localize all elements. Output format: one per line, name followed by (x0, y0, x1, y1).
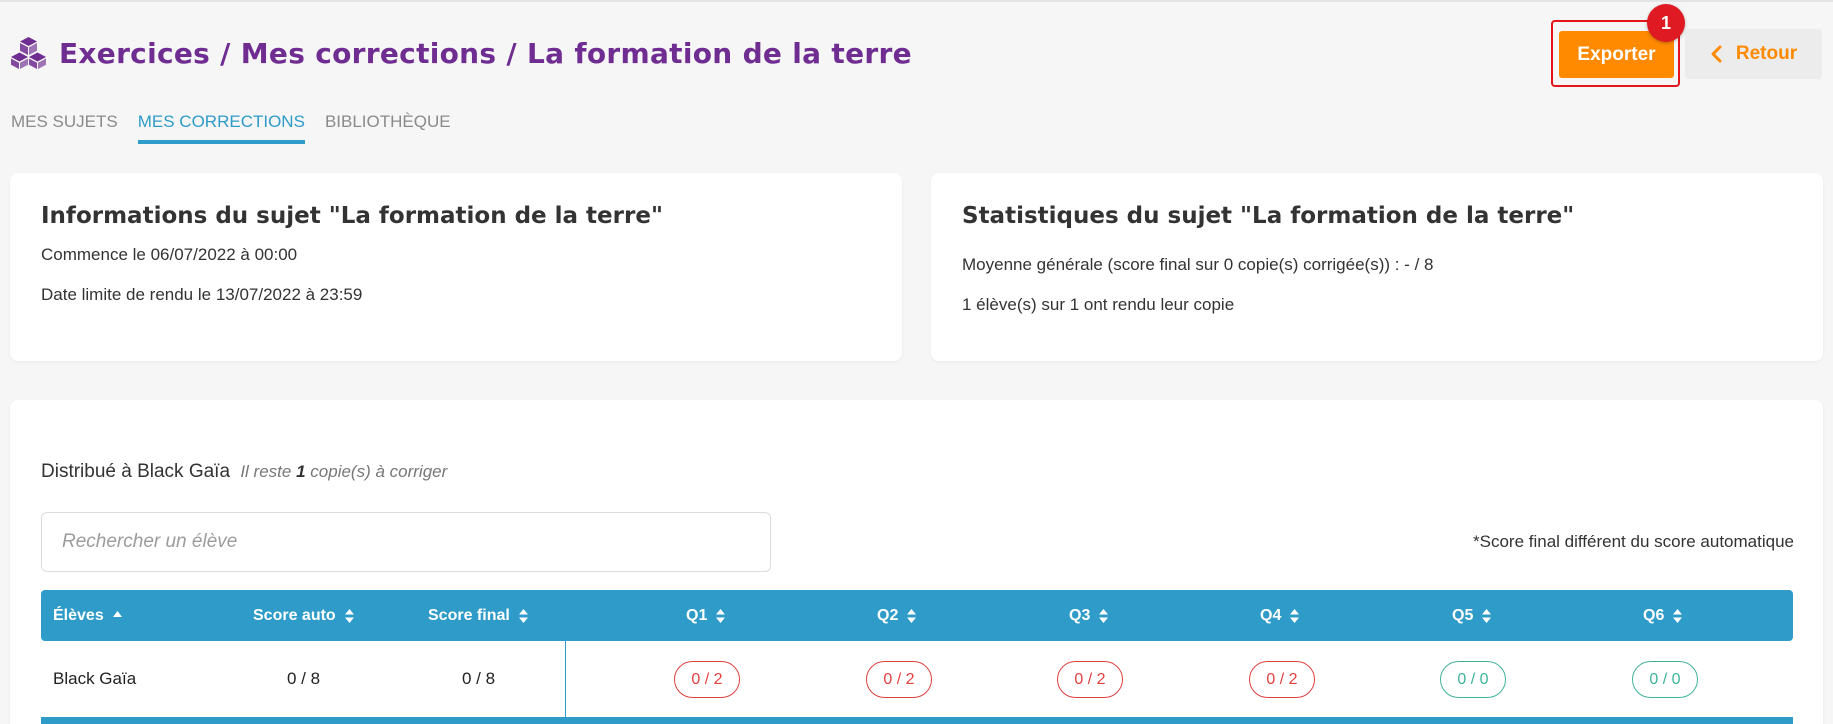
sort-icon (1673, 608, 1683, 623)
step-badge: 1 (1647, 4, 1685, 42)
score-footnote: *Score final différent du score automati… (1473, 532, 1794, 551)
distributed-to: Distribué à Black Gaïa (41, 461, 231, 482)
tab-bibliotheque[interactable]: BIBLIOTHÈQUE (325, 112, 451, 144)
sort-icon (1290, 608, 1300, 623)
average-score: Moyenne générale (score final sur 0 copi… (962, 255, 1434, 274)
tab-bar: MES SUJETS MES CORRECTIONS BIBLIOTHÈQUE (11, 112, 451, 144)
student-name[interactable]: Black Gaïa (53, 641, 136, 717)
table-row[interactable]: Black Gaïa 0 / 8 0 / 8 0 / 2 0 / 2 0 / 2… (41, 641, 1793, 717)
table-header: Élèves Score auto Score final Q1 Q2 Q3 Q… (41, 590, 1793, 641)
column-header-q2[interactable]: Q2 (877, 590, 917, 641)
student-search-input[interactable] (41, 512, 771, 572)
start-date: Commence le 06/07/2022 à 00:00 (41, 245, 298, 264)
question-score-q3[interactable]: 0 / 2 (1057, 661, 1123, 698)
top-border (0, 0, 1833, 2)
sort-icon (716, 608, 726, 623)
column-header-score-auto[interactable]: Score auto (253, 590, 355, 641)
subject-stats-card: Statistiques du sujet "La formation de l… (931, 173, 1823, 361)
back-button[interactable]: Retour (1685, 29, 1822, 79)
page-title: Exercices / Mes corrections / La formati… (59, 36, 912, 70)
column-header-q3[interactable]: Q3 (1069, 590, 1109, 641)
sort-icon (1099, 608, 1109, 623)
submission-count: 1 élève(s) sur 1 ont rendu leur copie (962, 295, 1235, 314)
column-header-students[interactable]: Élèves (53, 590, 123, 641)
remaining-note: Il reste 1 copie(s) à corriger (240, 462, 448, 481)
distribution-info: Distribué à Black Gaïa Il reste 1 copie(… (41, 461, 447, 483)
question-score-q1[interactable]: 0 / 2 (674, 661, 740, 698)
column-header-score-final[interactable]: Score final (428, 590, 529, 641)
column-header-q4[interactable]: Q4 (1260, 590, 1300, 641)
page-header: Exercices / Mes corrections / La formati… (10, 33, 912, 73)
column-header-q6[interactable]: Q6 (1643, 590, 1683, 641)
column-header-q1[interactable]: Q1 (686, 590, 726, 641)
deadline-date: Date limite de rendu le 13/07/2022 à 23:… (41, 285, 363, 304)
question-score-q5[interactable]: 0 / 0 (1440, 661, 1506, 698)
info-card-title: Informations du sujet "La formation de l… (41, 203, 663, 229)
sort-icon (344, 608, 354, 623)
subject-info-card: Informations du sujet "La formation de l… (10, 173, 902, 361)
question-score-q6[interactable]: 0 / 0 (1632, 661, 1698, 698)
score-auto-cell: 0 / 8 (287, 669, 321, 688)
sort-icon (907, 608, 917, 623)
table-footer (41, 717, 1793, 724)
tab-mes-sujets[interactable]: MES SUJETS (11, 112, 118, 144)
sort-up-icon (112, 610, 122, 617)
stats-card-title: Statistiques du sujet "La formation de l… (962, 203, 1575, 229)
sort-icon (518, 608, 528, 623)
cubes-icon (11, 37, 46, 69)
sort-icon (1482, 608, 1492, 623)
column-header-q5[interactable]: Q5 (1452, 590, 1492, 641)
corrections-card: Distribué à Black Gaïa Il reste 1 copie(… (10, 400, 1823, 724)
score-final-cell: 0 / 8 (462, 669, 496, 688)
back-button-label: Retour (1735, 43, 1798, 64)
question-score-q4[interactable]: 0 / 2 (1249, 661, 1315, 698)
chevron-left-icon (1711, 45, 1722, 63)
question-score-q2[interactable]: 0 / 2 (866, 661, 932, 698)
tab-mes-corrections[interactable]: MES CORRECTIONS (137, 112, 305, 144)
